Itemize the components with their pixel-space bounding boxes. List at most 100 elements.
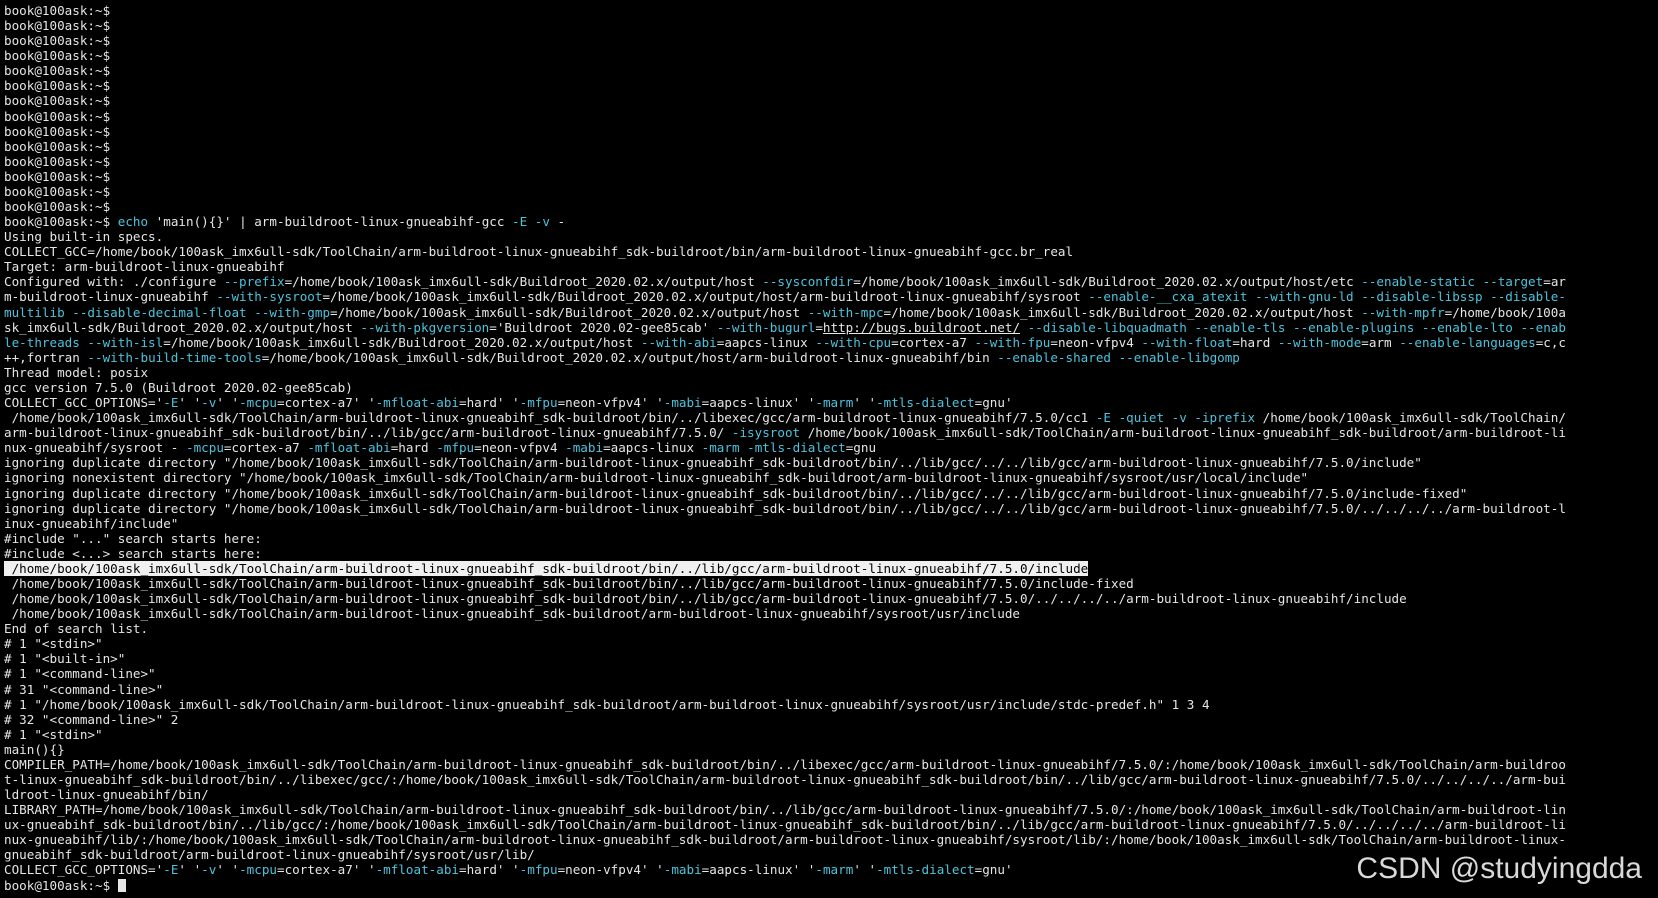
terminal-window[interactable]: book@100ask:~$ book@100ask:~$ book@100ask:… xyxy=(0,0,1658,898)
terminal-text: ignoring duplicate directory "/home/book… xyxy=(4,455,1422,471)
terminal-text: =gnu' xyxy=(974,862,1013,878)
terminal-line: # 32 "<command-line>" 2 xyxy=(4,712,1656,727)
terminal-text: -mfloat-abi xyxy=(375,862,459,878)
terminal-line: /home/book/100ask_imx6ull-sdk/ToolChain/… xyxy=(4,410,1656,425)
terminal-text: - xyxy=(549,214,566,230)
terminal-text: book@100ask:~$ xyxy=(4,168,111,184)
terminal-text: --with-abi xyxy=(640,334,717,350)
terminal-text: =neon-vfpv4 xyxy=(474,440,566,456)
url-link[interactable]: http://bugs.buildroot.net/ xyxy=(823,320,1020,335)
terminal-line: m-buildroot-linux-gnueabihf --with-sysro… xyxy=(4,289,1656,304)
terminal-line: nux-gnueabihf/lib/:/home/book/100ask_imx… xyxy=(4,832,1656,847)
terminal-text: LIBRARY_PATH=/home/book/100ask_imx6ull-s… xyxy=(4,802,1566,818)
terminal-text: -mcpu xyxy=(239,395,277,411)
terminal-text: book@100ask:~$ xyxy=(4,63,111,79)
terminal-text: ' ' xyxy=(178,395,202,411)
terminal-line: multilib --disable-decimal-float --with-… xyxy=(4,305,1656,320)
terminal-text: # 1 "/home/book/100ask_imx6ull-sdk/ToolC… xyxy=(4,696,1210,712)
terminal-text: --enable-static xyxy=(1361,274,1475,290)
terminal-line: t-linux-gnueabihf_sdk-buildroot/bin/../l… xyxy=(4,772,1656,787)
terminal-line: Configured with: ./configure --prefix=/h… xyxy=(4,274,1656,289)
terminal-line: COLLECT_GCC_OPTIONS='-E' '-v' '-mcpu=cor… xyxy=(4,395,1656,410)
terminal-text: #include <...> search starts here: xyxy=(4,545,262,561)
terminal-text: --with-fpu xyxy=(974,334,1051,350)
terminal-text: --with-mpc xyxy=(807,304,884,320)
terminal-line: book@100ask:~$ xyxy=(4,169,1656,184)
terminal-line: le-threads --with-isl=/home/book/100ask_… xyxy=(4,335,1656,350)
terminal-line: book@100ask:~$ echo 'main(){}' | arm-bui… xyxy=(4,214,1656,229)
terminal-text: --with-sysroot xyxy=(216,289,323,305)
terminal-line: book@100ask:~$ xyxy=(4,93,1656,108)
terminal-text: book@100ask:~$ xyxy=(4,78,111,94)
terminal-text: =cortex-a7' ' xyxy=(277,395,376,411)
terminal-line: book@100ask:~$ xyxy=(4,124,1656,139)
terminal-text: ' ' xyxy=(178,862,202,878)
terminal-text: book@100ask:~$ xyxy=(4,93,111,109)
terminal-text: /home/book/100ask_imx6ull-sdk/ToolChain/… xyxy=(4,606,1020,622)
terminal-text: COLLECT_GCC_OPTIONS=' xyxy=(4,862,164,878)
terminal-line: book@100ask:~$ xyxy=(4,154,1656,169)
terminal-line: ignoring duplicate directory "/home/book… xyxy=(4,501,1656,516)
selected-text[interactable]: /home/book/100ask_imx6ull-sdk/ToolChain/… xyxy=(4,560,1089,576)
terminal-text: = xyxy=(815,319,823,335)
terminal-text: /home/book/100ask_imx6ull-sdk/ToolChain/… xyxy=(800,425,1566,441)
terminal-line: End of search list. xyxy=(4,621,1656,636)
terminal-line: COMPILER_PATH=/home/book/100ask_imx6ull-… xyxy=(4,757,1656,772)
terminal-text: --enable-shared --enable-libgomp xyxy=(997,349,1240,365)
terminal-text: --with-mpfr xyxy=(1361,304,1445,320)
terminal-text: book@100ask:~$ xyxy=(4,48,111,64)
terminal-text: --prefix xyxy=(223,274,285,290)
terminal-text: End of search list. xyxy=(4,621,149,637)
terminal-line: main(){} xyxy=(4,742,1656,757)
terminal-line: sk_imx6ull-sdk/Buildroot_2020.02.x/outpu… xyxy=(4,320,1656,335)
terminal-text: gcc version 7.5.0 (Buildroot 2020.02-gee… xyxy=(4,379,353,395)
terminal-line: book@100ask:~$ xyxy=(4,3,1656,18)
terminal-text: -E xyxy=(512,214,528,230)
terminal-text: nux-gnueabihf/sysroot - xyxy=(4,440,186,456)
terminal-text: book@100ask:~$ xyxy=(4,108,111,124)
terminal-line: book@100ask:~$ xyxy=(4,18,1656,33)
terminal-text: --with-pkgversion xyxy=(360,319,490,335)
terminal-text: -marm xyxy=(815,395,854,411)
terminal-text: -mfloat-abi xyxy=(307,440,391,456)
terminal-line: #include <...> search starts here: xyxy=(4,546,1656,561)
terminal-text: m-buildroot-linux-gnueabihf xyxy=(4,289,217,305)
terminal-text: -mabi xyxy=(663,395,702,411)
terminal-text: -mtls-dialect xyxy=(876,862,975,878)
terminal-line: #include "..." search starts here: xyxy=(4,531,1656,546)
terminal-text: # 31 "<command-line>" xyxy=(4,681,164,697)
terminal-text: -mcpu xyxy=(239,862,277,878)
terminal-line: # 1 "<command-line>" xyxy=(4,666,1656,681)
terminal-line: # 1 "<stdin>" xyxy=(4,727,1656,742)
terminal-line: ignoring duplicate directory "/home/book… xyxy=(4,486,1656,501)
terminal-line: /home/book/100ask_imx6ull-sdk/ToolChain/… xyxy=(4,560,1656,576)
terminal-text: --enable-languages xyxy=(1399,334,1536,350)
terminal-text: -mfpu xyxy=(519,862,558,878)
terminal-text: /home/book/100ask_imx6ull-sdk/ToolChain/ xyxy=(1255,410,1566,426)
terminal-text: =aapcs-linux' ' xyxy=(701,862,816,878)
terminal-text: inux-gnueabihf/include" xyxy=(4,515,179,531)
terminal-text: -E xyxy=(163,862,179,878)
terminal-text: ' ' xyxy=(853,862,877,878)
terminal-line: ignoring duplicate directory "/home/book… xyxy=(4,455,1656,470)
terminal-text: --with-cpu xyxy=(815,334,892,350)
terminal-line: book@100ask:~$ xyxy=(4,139,1656,154)
terminal-text: #include "..." search starts here: xyxy=(4,530,262,546)
terminal-text: # 1 "<stdin>" xyxy=(4,726,103,742)
terminal-line: inux-gnueabihf/include" xyxy=(4,516,1656,531)
terminal-text: Thread model: posix xyxy=(4,364,149,380)
terminal-text: =hard' ' xyxy=(458,395,520,411)
terminal-text: # 1 "<built-in>" xyxy=(4,651,126,667)
terminal-text: sk_imx6ull-sdk/Buildroot_2020.02.x/outpu… xyxy=(4,319,361,335)
terminal-line: LIBRARY_PATH=/home/book/100ask_imx6ull-s… xyxy=(4,802,1656,817)
terminal-output[interactable]: book@100ask:~$ book@100ask:~$ book@100ask:… xyxy=(4,3,1656,893)
terminal-text: =arm xyxy=(1361,334,1400,350)
terminal-text: /home/book/100ask_imx6ull-sdk/ToolChain/… xyxy=(4,410,1096,426)
terminal-line: arm-buildroot-linux-gnueabihf_sdk-buildr… xyxy=(4,425,1656,440)
terminal-text: -mtls-dialect xyxy=(876,395,975,411)
terminal-text: -mabi xyxy=(565,440,604,456)
terminal-text: book@100ask:~$ xyxy=(4,199,111,215)
